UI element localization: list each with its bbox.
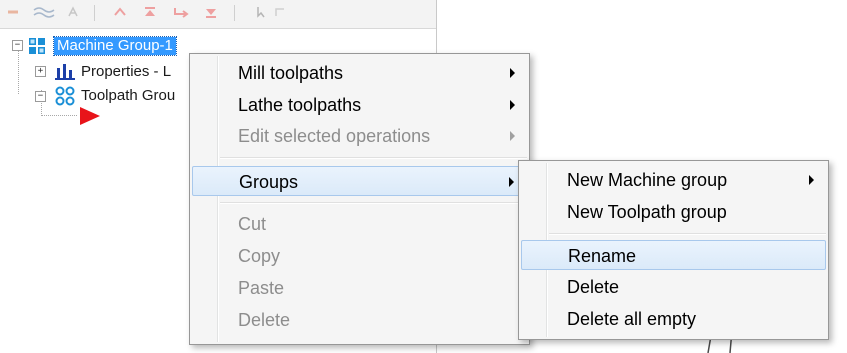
menu-item-label: New Machine group bbox=[567, 170, 728, 190]
move-up-icon[interactable] bbox=[113, 6, 127, 18]
display-icon[interactable] bbox=[274, 6, 288, 18]
menu-item-label: Delete all empty bbox=[567, 309, 697, 329]
menu-item-label: Copy bbox=[238, 246, 281, 266]
toolbar-separator bbox=[234, 5, 235, 21]
toolbar-separator bbox=[94, 5, 95, 21]
menu-item-paste[interactable]: Paste bbox=[192, 273, 527, 303]
menu-item-label: Delete bbox=[238, 310, 291, 330]
tree-item-toolpath-group[interactable]: Toolpath Grou bbox=[81, 87, 175, 105]
menu-item-lathe-toolpaths[interactable]: Lathe toolpaths bbox=[192, 90, 527, 120]
insert-arrow-icon[interactable] bbox=[78, 105, 102, 127]
insert-after-icon[interactable] bbox=[173, 6, 191, 18]
menu-item-copy[interactable]: Copy bbox=[192, 241, 527, 271]
menu-item-new-toolpath-group[interactable]: New Toolpath group bbox=[521, 197, 826, 227]
menu-item-label: Lathe toolpaths bbox=[238, 95, 362, 115]
toolpath-wave-icon[interactable] bbox=[33, 6, 55, 18]
menu-separator bbox=[549, 233, 826, 235]
pointer-icon[interactable] bbox=[255, 6, 269, 18]
menu-item-rename[interactable]: Rename bbox=[521, 240, 826, 270]
groups-submenu: New Machine group New Toolpath group Ren… bbox=[518, 160, 829, 340]
machine-group-icon bbox=[29, 38, 45, 54]
move-top-icon[interactable] bbox=[143, 6, 157, 18]
submenu-arrow-icon bbox=[509, 177, 514, 187]
toolbar bbox=[0, 0, 436, 29]
menu-item-label: Groups bbox=[239, 172, 299, 192]
menu-item-label: Paste bbox=[238, 278, 285, 298]
menu-item-cut[interactable]: Cut bbox=[192, 209, 527, 239]
properties-icon bbox=[55, 64, 75, 80]
menu-item-delete-group[interactable]: Delete bbox=[521, 272, 826, 302]
tree-item-properties[interactable]: Properties - L bbox=[81, 63, 171, 81]
menu-item-label: Edit selected operations bbox=[238, 126, 431, 146]
move-down-icon[interactable] bbox=[204, 6, 218, 18]
submenu-arrow-icon bbox=[510, 100, 515, 110]
menu-separator bbox=[220, 202, 527, 204]
menu-item-edit-selected-operations[interactable]: Edit selected operations bbox=[192, 121, 527, 151]
menu-item-label: Cut bbox=[238, 214, 267, 234]
menu-item-groups[interactable]: Groups bbox=[192, 166, 527, 196]
menu-item-label: Delete bbox=[567, 277, 620, 297]
regenerate-icon[interactable] bbox=[66, 6, 80, 18]
menu-item-label: New Toolpath group bbox=[567, 202, 727, 222]
tree-connector bbox=[18, 46, 19, 94]
menu-item-mill-toolpaths[interactable]: Mill toolpaths bbox=[192, 58, 527, 88]
menu-item-label: Rename bbox=[568, 246, 637, 266]
menu-item-delete[interactable]: Delete bbox=[192, 305, 527, 335]
tree-item-machine-group[interactable]: Machine Group-1 bbox=[53, 36, 177, 56]
menu-item-new-machine-group[interactable]: New Machine group bbox=[521, 165, 826, 195]
submenu-arrow-icon bbox=[809, 175, 814, 185]
menu-item-label: Mill toolpaths bbox=[238, 63, 344, 83]
tree-connector bbox=[41, 115, 77, 116]
submenu-arrow-icon bbox=[510, 131, 515, 141]
menu-separator bbox=[220, 157, 527, 159]
toolpath-group-icon bbox=[55, 86, 75, 106]
collapse-toggle[interactable]: − bbox=[12, 40, 23, 51]
submenu-arrow-icon bbox=[510, 68, 515, 78]
context-menu: Mill toolpaths Lathe toolpaths Edit sele… bbox=[189, 53, 530, 345]
collapse-toggle[interactable]: − bbox=[35, 91, 46, 102]
menu-item-delete-all-empty[interactable]: Delete all empty bbox=[521, 304, 826, 334]
select-all-icon[interactable] bbox=[6, 6, 20, 18]
expand-toggle[interactable]: + bbox=[35, 66, 46, 77]
